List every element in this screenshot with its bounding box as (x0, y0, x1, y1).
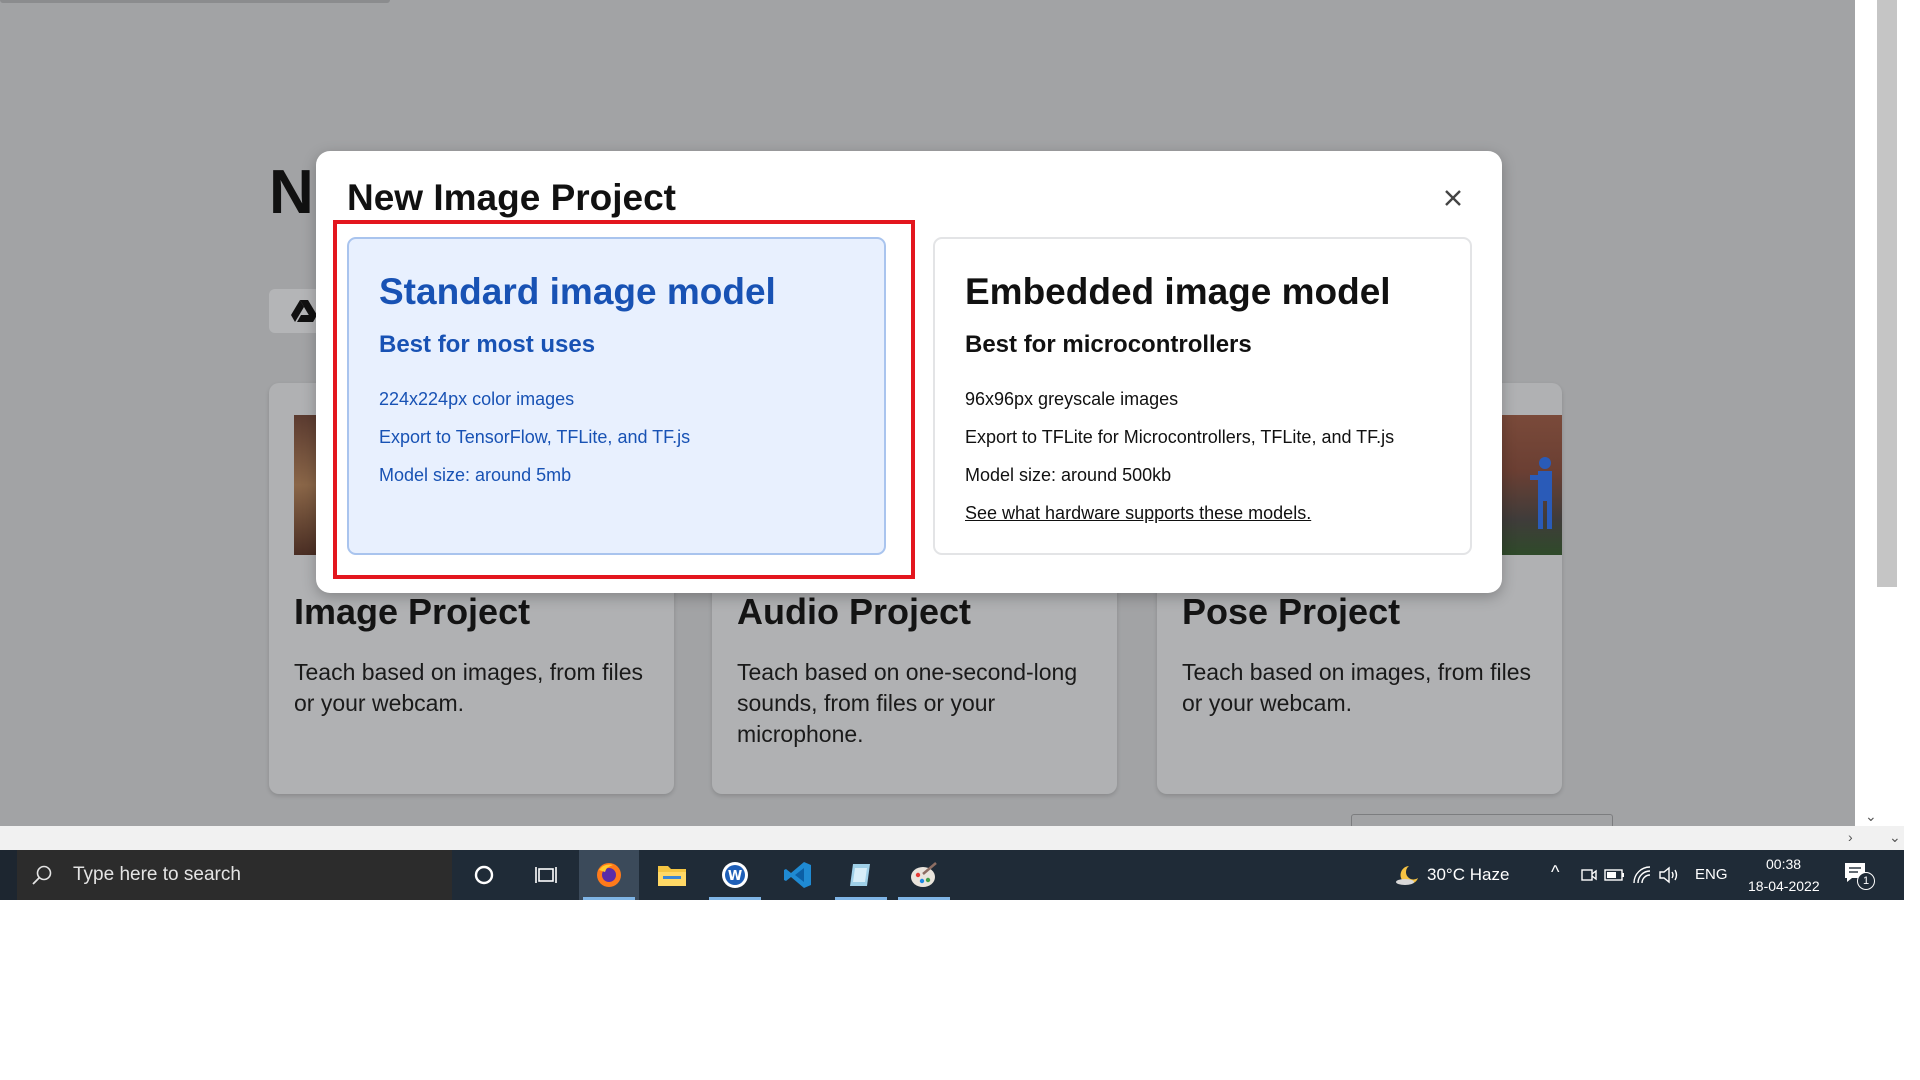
meet-now-icon[interactable] (1580, 866, 1598, 884)
vscode-icon[interactable] (768, 850, 828, 900)
card-description: Teach based on one-second-long sounds, f… (737, 659, 1078, 747)
search-placeholder: Type here to search (73, 864, 241, 885)
volume-icon[interactable] (1658, 865, 1680, 885)
battery-icon[interactable] (1604, 867, 1626, 883)
close-icon[interactable] (1438, 183, 1468, 213)
input-language[interactable]: ENG (1695, 866, 1728, 883)
notification-count-badge: 1 (1857, 872, 1875, 890)
clock-time[interactable]: 00:38 (1766, 856, 1801, 872)
firefox-icon[interactable] (579, 850, 639, 900)
svg-text:W: W (728, 869, 742, 884)
pose-project-thumbnail (1500, 415, 1562, 555)
weather-moon-icon[interactable] (1395, 863, 1421, 887)
notification-center-icon[interactable]: 1 (1843, 861, 1875, 890)
scroll-down-arrow-icon[interactable]: ⌄ (1889, 829, 1901, 846)
option-detail: Export to TFLite for Microcontrollers, T… (965, 427, 1395, 447)
hardware-support-link[interactable]: See what hardware supports these models. (965, 503, 1311, 524)
file-explorer-icon[interactable] (642, 850, 702, 900)
search-icon (32, 865, 52, 885)
top-strip (0, 0, 390, 3)
option-detail: 96x96px greyscale images (965, 389, 1179, 409)
card-description: Teach based on images, from files or you… (1182, 659, 1532, 716)
vertical-scrollbar-thumb[interactable] (1877, 0, 1897, 587)
card-title: Pose Project (1182, 591, 1401, 632)
cortana-icon[interactable] (454, 850, 514, 900)
weather-text[interactable]: 30°C Haze (1427, 865, 1509, 885)
option-subtitle: Best for microcontrollers (965, 331, 1252, 358)
start-button[interactable] (0, 850, 17, 900)
scroll-down-arrow-icon[interactable]: ⌄ (1865, 808, 1877, 825)
paint-app-icon[interactable] (894, 850, 954, 900)
card-description: Teach based on images, from files or you… (294, 659, 644, 716)
app-w-icon[interactable]: W (705, 850, 765, 900)
google-drive-icon (291, 300, 317, 322)
clock-date[interactable]: 18-04-2022 (1748, 878, 1820, 894)
scroll-right-arrow-icon[interactable]: › (1848, 829, 1853, 845)
embedded-image-model-option[interactable]: Embedded image model Best for microcontr… (933, 237, 1472, 555)
card-title: Audio Project (737, 591, 972, 632)
horizontal-scrollbar[interactable]: › ⌄ (0, 826, 1904, 850)
card-title: Image Project (294, 591, 531, 632)
option-detail: Model size: around 500kb (965, 465, 1172, 485)
language-select[interactable] (1351, 814, 1613, 826)
highlight-box (333, 220, 915, 579)
windows-taskbar: Type here to search W 30°C Haze ^ ENG 00… (0, 850, 1904, 900)
task-view-icon[interactable] (517, 850, 577, 900)
taskbar-search-box[interactable]: Type here to search (17, 850, 452, 900)
wifi-icon[interactable] (1632, 865, 1652, 885)
notes-app-icon[interactable] (831, 850, 891, 900)
dialog-title: New Image Project (347, 177, 677, 218)
page-heading: N (269, 158, 314, 227)
option-title: Embedded image model (965, 271, 1391, 312)
show-hidden-icons-chevron-up-icon[interactable]: ^ (1551, 862, 1559, 883)
